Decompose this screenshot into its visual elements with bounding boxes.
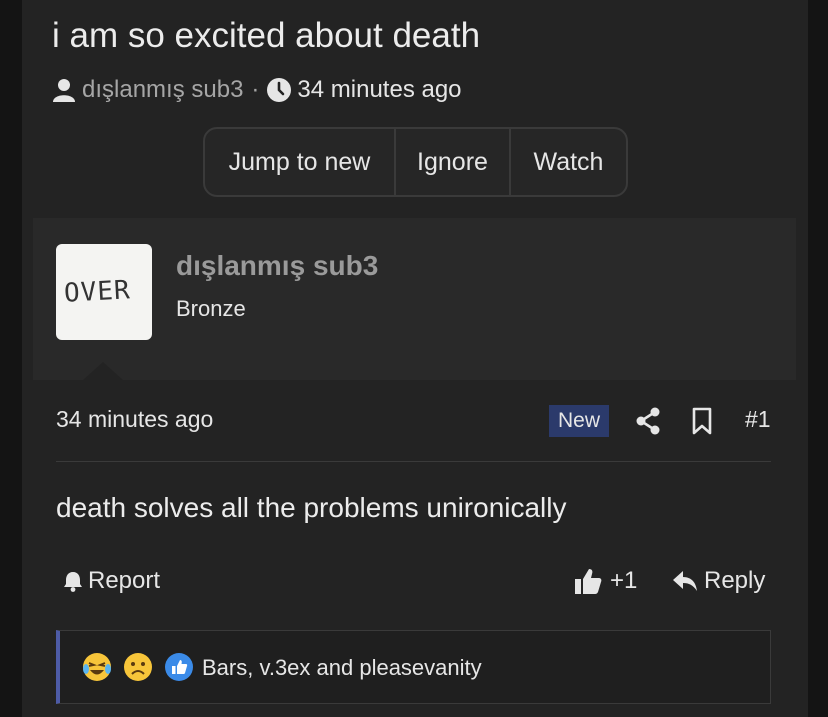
reactions-users[interactable]: Bars, v.3ex and pleasevanity <box>202 655 482 681</box>
sad-emoji-icon <box>124 653 152 681</box>
user-block-arrow <box>83 362 123 380</box>
like-emoji-icon <box>165 653 193 681</box>
clock-icon <box>267 78 292 102</box>
post-number-link[interactable]: #1 <box>745 406 771 433</box>
like-count: +1 <box>610 567 638 594</box>
reply-label: Reply <box>704 567 766 594</box>
post-body: death solves all the problems unironical… <box>56 492 567 523</box>
bell-icon <box>64 572 82 592</box>
ignore-button[interactable]: Ignore <box>396 129 511 195</box>
avatar-text: OVER <box>63 275 132 309</box>
report-button[interactable]: Report <box>62 565 160 597</box>
watch-button[interactable]: Watch <box>511 129 626 195</box>
avatar[interactable]: OVER <box>56 244 152 340</box>
thread-meta: dışlanmış sub3 · 34 minutes ago <box>52 74 462 106</box>
user-icon <box>53 79 75 102</box>
meta-separator: · <box>251 76 260 103</box>
new-badge: New <box>549 405 609 437</box>
bookmark-icon[interactable] <box>691 407 713 435</box>
reply-button[interactable]: Reply <box>672 565 765 597</box>
jump-to-new-button[interactable]: Jump to new <box>205 129 396 195</box>
user-rank: Bronze <box>176 296 246 321</box>
laughing-crying-emoji-icon <box>83 653 111 681</box>
thread-author-link[interactable]: dışlanmış sub3 <box>82 76 243 104</box>
post-time[interactable]: 34 minutes ago <box>56 406 213 433</box>
post-divider <box>56 461 771 462</box>
post-username[interactable]: dışlanmış sub3 <box>176 250 378 282</box>
share-icon[interactable] <box>635 407 661 435</box>
thread-time[interactable]: 34 minutes ago <box>297 76 461 104</box>
thread-title: i am so excited about death <box>52 16 481 55</box>
reply-icon <box>673 571 697 591</box>
thread-action-buttons: Jump to new Ignore Watch <box>203 127 628 197</box>
thumbs-up-icon <box>575 569 602 594</box>
report-label: Report <box>88 567 161 594</box>
like-button[interactable]: +1 <box>574 565 637 597</box>
reactions-bar[interactable]: Bars, v.3ex and pleasevanity <box>56 630 771 704</box>
